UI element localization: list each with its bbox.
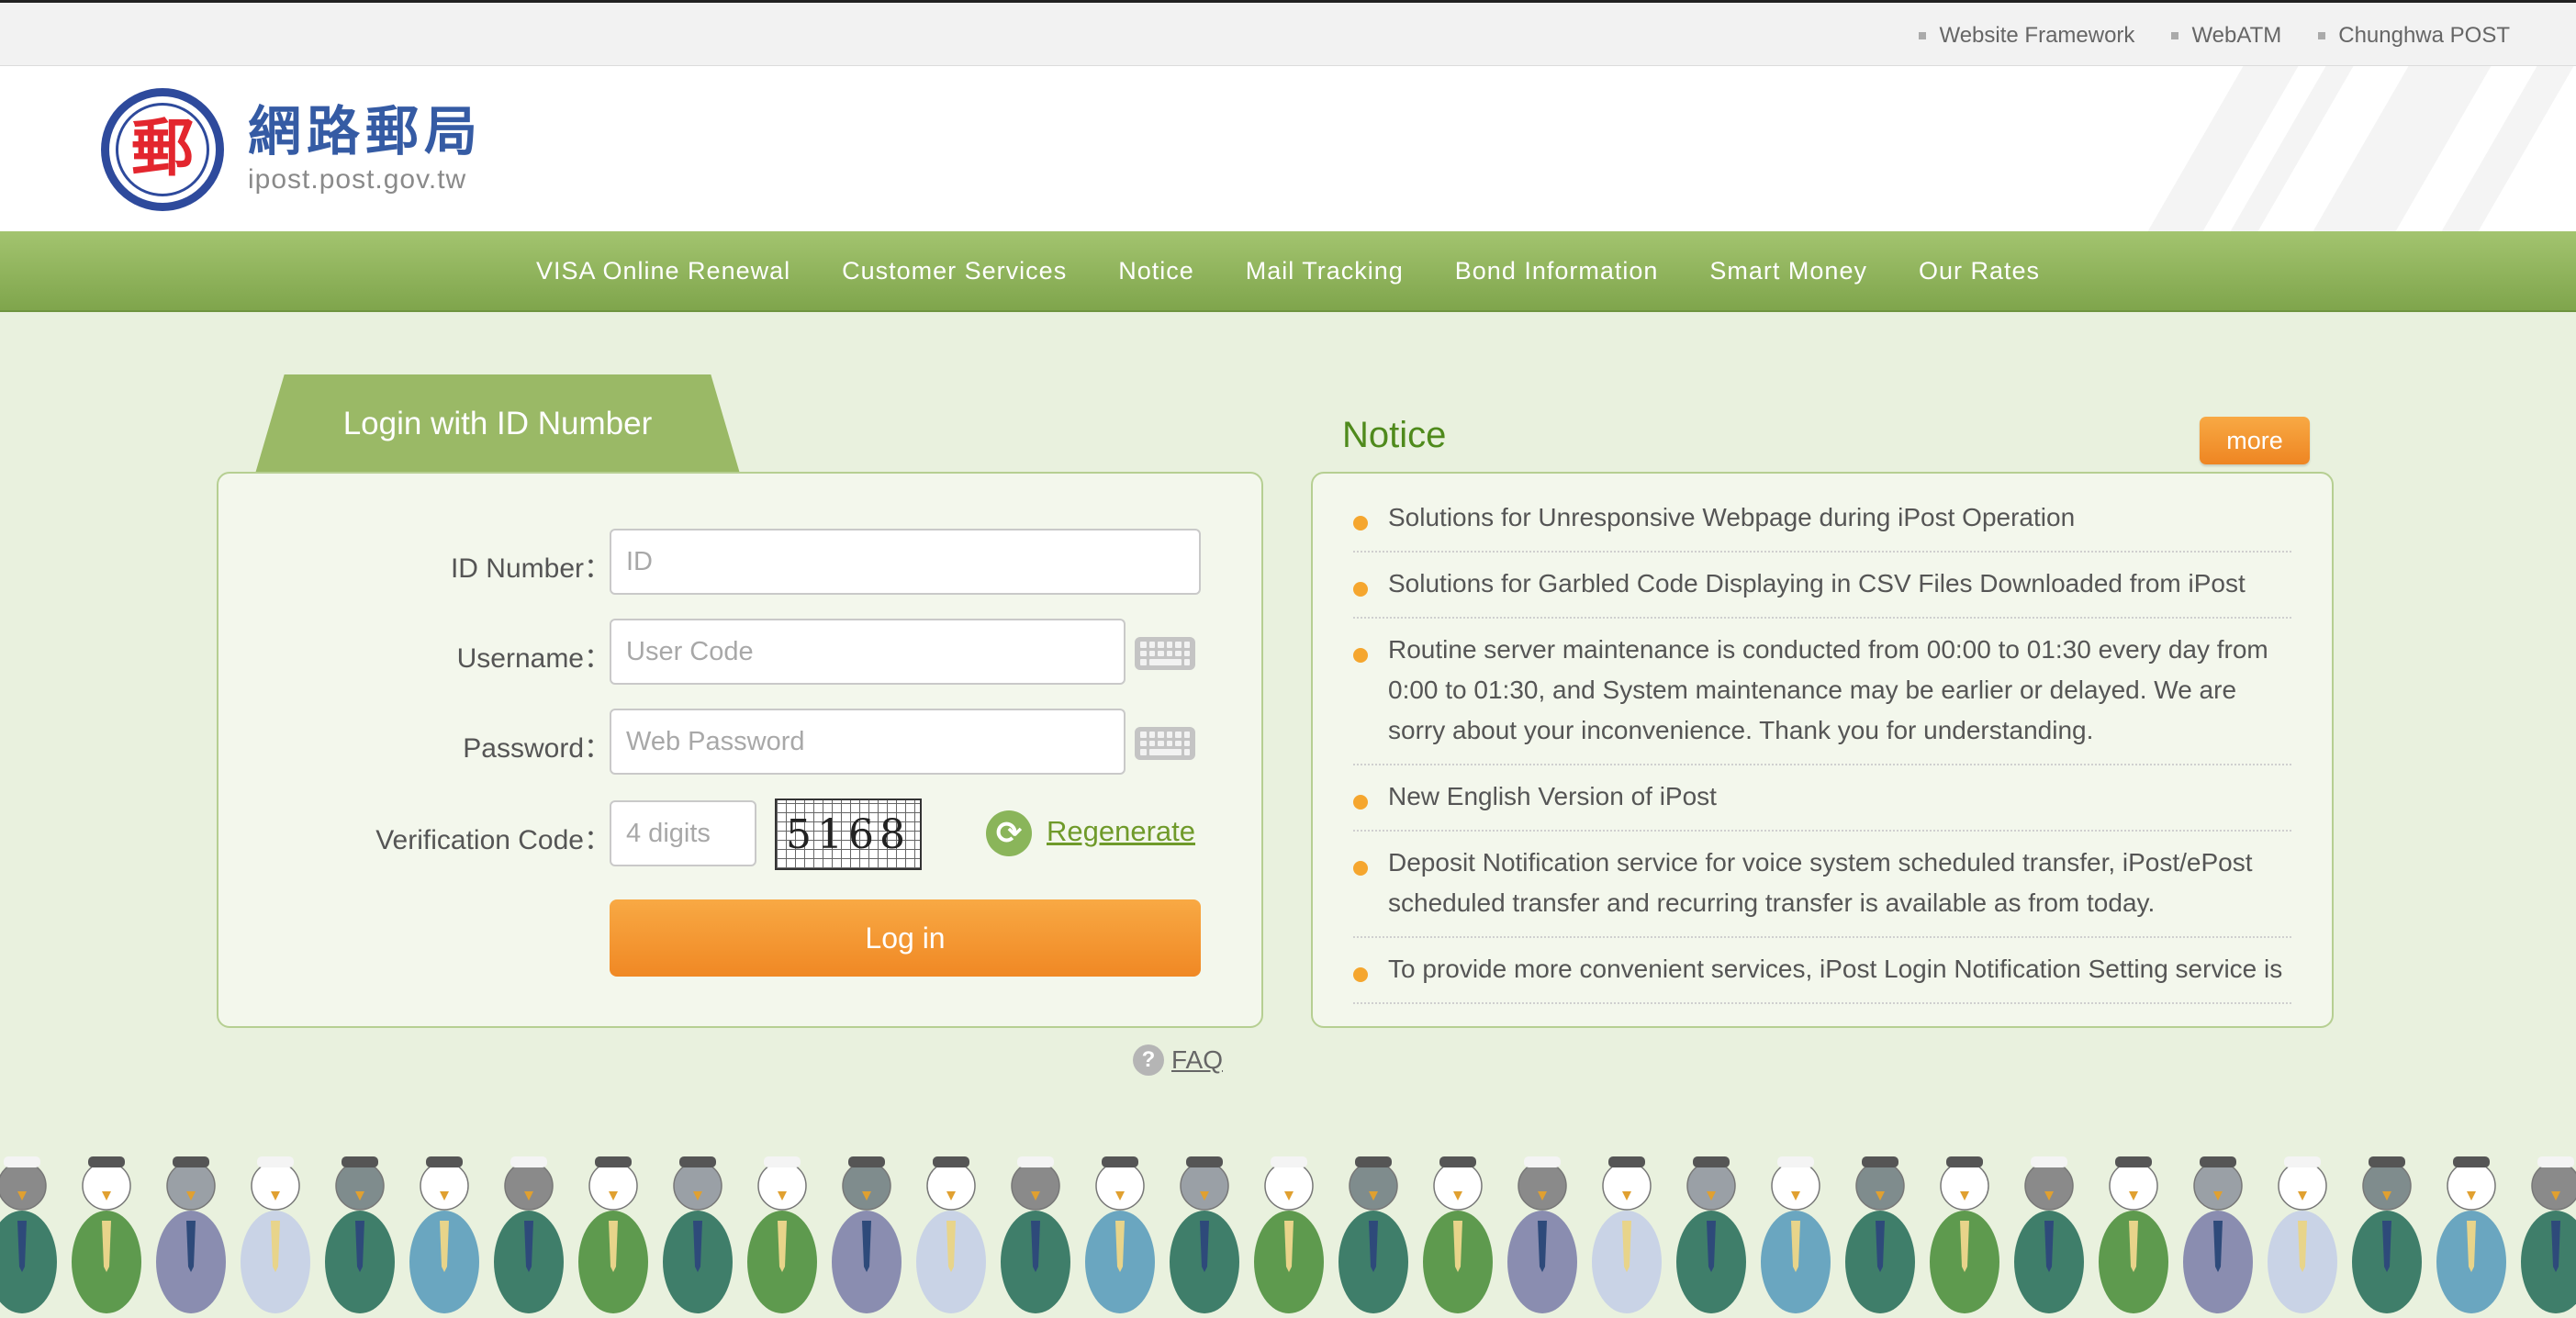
toplink-label: Chunghwa POST [2338,23,2510,48]
pigeon-mascot-icon [1592,1156,1662,1313]
pigeon-mascot-icon [747,1156,817,1313]
id-number-input[interactable] [610,529,1201,595]
square-bullet-icon [2318,32,2326,39]
username-label: Username： [456,643,611,674]
faq-link[interactable]: ? FAQ [1133,1044,1223,1076]
notice-item[interactable]: New English Version of iPost [1353,765,2291,832]
pigeon-mascot-icon [409,1156,479,1313]
logo-chinese-name: 網路郵局 [248,99,484,162]
toplink-webatm[interactable]: WebATM [2171,23,2281,49]
pigeon-mascot-icon [325,1156,395,1313]
main-nav: VISA Online Renewal Customer Services No… [0,231,2576,312]
refresh-icon[interactable]: ⟳ [986,810,1032,856]
pigeon-mascot-icon [1338,1156,1408,1313]
nav-our-rates[interactable]: Our Rates [1893,257,2066,285]
logo-glyph: 郵 [130,113,194,185]
pigeon-mascot-icon [0,1156,57,1313]
verification-label: Verification Code： [375,825,611,855]
notice-item[interactable]: Solutions for Garbled Code Displaying in… [1353,553,2291,619]
captcha-image: 5168 [775,799,922,870]
pigeon-mascot-icon [663,1156,733,1313]
pigeon-mascot-icon [916,1156,986,1313]
pigeon-mascot-icon [2352,1156,2422,1313]
keyboard-icon[interactable] [1135,637,1195,670]
toplink-label: WebATM [2191,23,2282,48]
pigeon-mascot-icon [241,1156,310,1313]
verification-row: Verification Code： 5168 ⟳ Regenerate [218,799,1261,870]
notice-item[interactable]: Routine server maintenance is conducted … [1353,619,2291,765]
bullet-icon [1353,582,1368,597]
post-logo-icon: 郵 [101,88,224,211]
pigeon-mascot-icon [2521,1156,2576,1313]
more-button[interactable]: more [2200,417,2310,464]
username-row: Username： [218,619,1261,687]
bullet-icon [1353,967,1368,982]
verification-input[interactable] [610,800,756,866]
square-bullet-icon [2171,32,2179,39]
pigeon-mascot-icon [494,1156,564,1313]
pigeon-mascot-icon [72,1156,141,1313]
question-icon: ? [1133,1044,1164,1076]
login-tab[interactable]: Login with ID Number [255,374,740,474]
toplink-website-framework[interactable]: Website Framework [1919,23,2134,49]
id-number-row: ID Number： [218,529,1261,597]
nav-customer-services[interactable]: Customer Services [816,257,1092,285]
pigeon-mascot-icon [1507,1156,1577,1313]
pigeon-mascot-icon [2014,1156,2084,1313]
bullet-icon [1353,861,1368,876]
login-button[interactable]: Log in [610,899,1201,977]
notice-item[interactable]: Solutions for Unresponsive Webpage durin… [1353,486,2291,553]
faq-label: FAQ [1171,1045,1224,1074]
login-tab-label: Login with ID Number [342,406,653,441]
nav-notice[interactable]: Notice [1092,257,1220,285]
pigeon-mascot-icon [1085,1156,1155,1313]
notice-list: Solutions for Unresponsive Webpage durin… [1353,486,2291,1004]
pigeon-mascots-decoration [0,1156,2576,1313]
pigeon-mascot-icon [1845,1156,1915,1313]
pigeon-mascot-icon [2183,1156,2253,1313]
notice-title: Notice [1342,415,1447,455]
site-logo[interactable]: 郵 網路郵局 ipost.post.gov.tw [101,88,483,211]
top-links: Website Framework WebATM Chunghwa POST [1919,23,2510,49]
pigeon-mascot-icon [1676,1156,1746,1313]
pigeon-mascot-icon [1254,1156,1324,1313]
pigeon-mascot-icon [2099,1156,2168,1313]
password-input[interactable] [610,709,1126,775]
pigeon-mascot-icon [1001,1156,1070,1313]
password-label: Password： [463,733,611,764]
logo-text: 網路郵局 ipost.post.gov.tw [248,99,484,196]
pigeon-mascot-icon [1930,1156,1999,1313]
id-number-label: ID Number： [450,553,611,584]
notice-panel: Solutions for Unresponsive Webpage durin… [1311,472,2334,1028]
keyboard-icon[interactable] [1135,727,1195,760]
bullet-icon [1353,795,1368,810]
username-input[interactable] [610,619,1126,685]
pigeon-mascot-icon [832,1156,902,1313]
password-row: Password： [218,709,1261,776]
logo-domain: ipost.post.gov.tw [248,164,467,195]
nav-bond-information[interactable]: Bond Information [1429,257,1685,285]
pigeon-mascot-icon [578,1156,648,1313]
nav-smart-money[interactable]: Smart Money [1684,257,1893,285]
pigeon-mascot-icon [156,1156,226,1313]
site-header: 郵 網路郵局 ipost.post.gov.tw [0,66,2576,231]
square-bullet-icon [1919,32,1927,39]
pigeon-mascot-icon [1423,1156,1493,1313]
nav-visa-online-renewal[interactable]: VISA Online Renewal [510,257,816,285]
nav-mail-tracking[interactable]: Mail Tracking [1220,257,1429,285]
bullet-icon [1353,516,1368,531]
login-form: ID Number： Username： Password： Verificat… [217,472,1263,1028]
pigeon-mascot-icon [1761,1156,1831,1313]
notice-item[interactable]: To provide more convenient services, iPo… [1353,938,2291,1004]
pigeon-mascot-icon [2436,1156,2506,1313]
pigeon-mascot-icon [2268,1156,2337,1313]
regenerate-link[interactable]: Regenerate [1047,815,1195,848]
toplink-chunghwa-post[interactable]: Chunghwa POST [2318,23,2510,49]
top-utility-bar: Website Framework WebATM Chunghwa POST [0,0,2576,66]
bullet-icon [1353,648,1368,663]
notice-item[interactable]: Deposit Notification service for voice s… [1353,832,2291,938]
toplink-label: Website Framework [1939,23,2135,48]
pigeon-mascot-icon [1170,1156,1239,1313]
